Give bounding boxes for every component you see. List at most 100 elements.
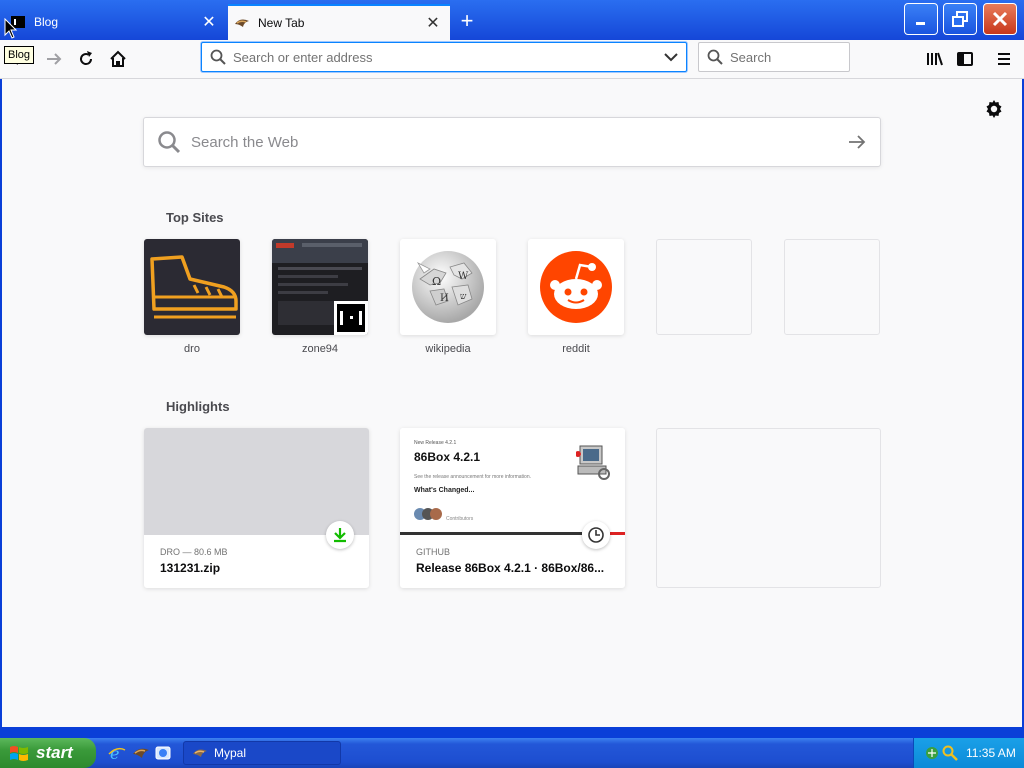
tab-close-icon[interactable]: ✕ [198, 11, 220, 33]
highlight-preview: New Release 4.2.1 86Box 4.2.1 See the re… [400, 428, 625, 535]
mypal-favicon [234, 15, 250, 31]
top-site-tile-empty[interactable] [656, 239, 752, 335]
mypal-icon [193, 749, 207, 757]
top-site-label: reddit [562, 343, 590, 355]
highlight-context: DRO — 80.6 MB [160, 547, 228, 557]
arrow-right-icon[interactable] [848, 134, 866, 150]
top-site-tile-empty[interactable] [784, 239, 880, 335]
top-site-label: zone94 [301, 343, 339, 355]
start-label: start [36, 743, 73, 762]
top-site-tile-wikipedia[interactable]: Ω W И ש [400, 239, 496, 335]
internet-explorer-icon[interactable]: e [108, 744, 126, 762]
windows-flag-icon [10, 746, 28, 761]
download-icon [334, 528, 346, 543]
close-icon [992, 11, 1008, 27]
library-button[interactable] [922, 47, 946, 71]
highlight-preview [144, 428, 369, 535]
search-icon [210, 49, 226, 65]
highlight-context: GITHUB [416, 547, 451, 557]
restore-icon [952, 11, 968, 27]
navigation-toolbar: Search or enter address Search [0, 40, 1024, 79]
preview-subheading: What's Changed... [414, 487, 475, 494]
highlight-title: Release 86Box 4.2.1 · 86Box/86... [416, 561, 605, 575]
gear-icon[interactable] [982, 97, 1006, 121]
sidebar-icon [957, 52, 973, 66]
reload-button[interactable] [74, 47, 98, 71]
mypal-quicklaunch-icon[interactable] [132, 744, 150, 762]
svg-text:И: И [440, 293, 449, 304]
tab-blog[interactable]: Blog ✕ [4, 4, 226, 40]
clock: 11:35 AM [966, 746, 1016, 760]
web-search-placeholder: Search the Web [191, 134, 299, 151]
url-bar-placeholder: Search or enter address [233, 50, 373, 65]
new-tab-page: Search the Web Top Sites dro zone94 Ω W … [2, 79, 1022, 727]
home-icon [110, 50, 126, 67]
preview-footer: Contributors [446, 516, 474, 522]
sidebar-toggle-button[interactable] [953, 47, 977, 71]
library-icon [927, 52, 943, 66]
preview-line: See the release announcement for more in… [414, 474, 532, 480]
top-site-label: dro [184, 343, 200, 355]
svg-text:ש: ש [460, 292, 467, 302]
task-label: Mypal [214, 746, 247, 760]
tab-close-icon[interactable]: ✕ [422, 12, 444, 34]
highlight-card-github[interactable]: New Release 4.2.1 86Box 4.2.1 See the re… [400, 428, 625, 588]
svg-text:W: W [458, 271, 469, 282]
86box-logo-icon [576, 445, 610, 480]
chevron-down-icon[interactable] [664, 51, 678, 63]
mouse-cursor-icon [4, 17, 18, 45]
highlight-title: 131231.zip [160, 561, 221, 575]
top-site-tile-dro[interactable] [144, 239, 240, 335]
system-tray: 11:35 AM [913, 738, 1024, 768]
zone94-thumbnail [272, 239, 368, 335]
reload-icon [80, 51, 93, 65]
top-site-tile-reddit[interactable] [528, 239, 624, 335]
taskbar-task-mypal[interactable]: Mypal [183, 741, 341, 765]
boot-icon [150, 255, 238, 319]
tab-tooltip: Blog [4, 46, 35, 64]
forward-button[interactable] [42, 47, 66, 71]
home-button[interactable] [106, 47, 130, 71]
start-button[interactable]: start [0, 738, 96, 768]
download-badge [326, 521, 354, 549]
search-bar-placeholder: Search [730, 50, 772, 65]
search-bar[interactable]: Search [698, 42, 850, 72]
url-bar[interactable]: Search or enter address [201, 42, 687, 72]
new-tab-plus-icon[interactable]: + [454, 8, 480, 34]
windows-taskbar: start e Mypal 11:35 AM [0, 738, 1024, 768]
search-icon [707, 49, 723, 65]
search-tray-icon[interactable] [942, 745, 958, 761]
preview-heading: 86Box 4.2.1 [414, 450, 481, 464]
tab-title: Blog [34, 15, 59, 29]
web-search-box[interactable]: Search the Web [143, 117, 881, 167]
close-window-button[interactable] [983, 3, 1017, 35]
search-icon [158, 131, 181, 154]
svg-text:Ω: Ω [432, 275, 441, 288]
highlight-card-download[interactable]: DRO — 80.6 MB 131231.zip [144, 428, 369, 588]
contributor-avatars [414, 508, 444, 522]
hamburger-menu-icon [998, 53, 1010, 65]
preview-divider [400, 532, 582, 535]
clock-badge [582, 521, 610, 549]
preview-divider-accent [610, 532, 625, 535]
highlight-card-empty [656, 428, 881, 588]
svg-text:e: e [110, 744, 119, 762]
restore-button[interactable] [943, 3, 977, 35]
wikipedia-globe-icon: Ω W И ש [412, 251, 484, 323]
top-site-tile-zone94[interactable] [272, 239, 368, 335]
show-desktop-icon[interactable] [154, 744, 172, 762]
minimize-icon [916, 22, 925, 25]
minimize-button[interactable] [904, 3, 938, 35]
reddit-alien-icon [540, 251, 612, 323]
tab-strip: Blog ✕ New Tab ✕ + [0, 0, 1024, 40]
highlights-heading: Highlights [166, 399, 230, 414]
menu-button[interactable] [992, 47, 1016, 71]
top-sites-heading: Top Sites [166, 210, 224, 225]
network-icon[interactable] [924, 745, 940, 761]
clock-icon [588, 527, 604, 543]
tab-title: New Tab [258, 16, 305, 30]
top-site-label: wikipedia [425, 343, 471, 355]
tab-new-tab[interactable]: New Tab ✕ [228, 4, 450, 40]
preview-small-text: New Release 4.2.1 [414, 440, 457, 446]
forward-arrow-icon [47, 53, 62, 65]
